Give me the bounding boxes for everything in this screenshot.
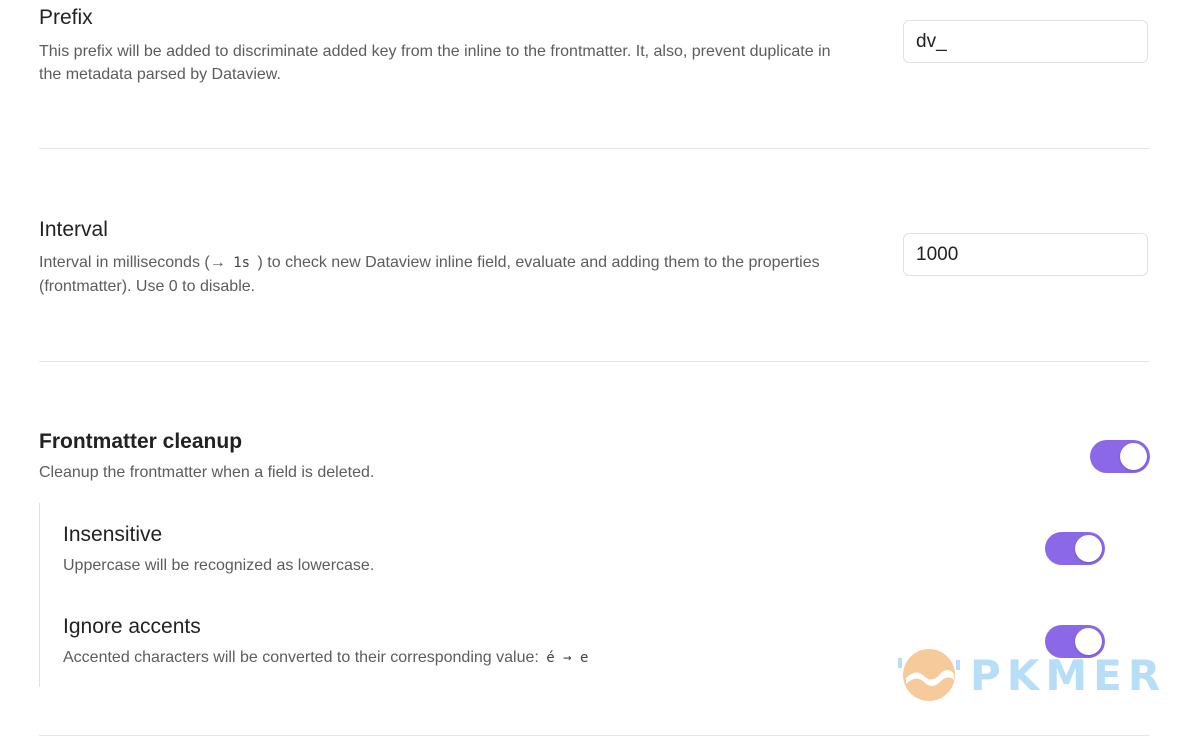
setting-frontmatter-cleanup: Frontmatter cleanup Cleanup the frontmat… xyxy=(39,429,1150,484)
frontmatter-cleanup-toggle[interactable] xyxy=(1090,440,1150,473)
setting-insensitive-name: Insensitive xyxy=(63,523,163,546)
prefix-input[interactable] xyxy=(903,20,1148,63)
setting-ignore-accents-description: Accented characters will be converted to… xyxy=(63,646,863,670)
divider xyxy=(39,735,1150,736)
nested-indent-bar xyxy=(39,503,40,687)
watermark-text: PKMER xyxy=(970,650,1167,700)
pkmer-watermark: PKMER xyxy=(898,644,1166,706)
insensitive-toggle[interactable] xyxy=(1045,532,1105,565)
setting-frontmatter-cleanup-name: Frontmatter cleanup xyxy=(39,430,243,453)
divider xyxy=(39,361,1150,362)
toggle-knob xyxy=(1120,443,1147,470)
setting-insensitive-description: Uppercase will be recognized as lowercas… xyxy=(63,557,375,574)
divider xyxy=(39,148,1150,149)
setting-frontmatter-cleanup-description: Cleanup the frontmatter when a field is … xyxy=(39,464,375,481)
ignore-accents-desc-text: Accented characters will be converted to… xyxy=(63,649,539,666)
settings-page: Prefix This prefix will be added to disc… xyxy=(0,0,1179,737)
ignore-accents-example-code: é → e xyxy=(546,650,589,666)
setting-prefix-description: This prefix will be added to discriminat… xyxy=(39,43,831,83)
setting-ignore-accents-name: Ignore accents xyxy=(63,615,201,638)
interval-input[interactable] xyxy=(903,233,1148,276)
interval-desc-before: Interval in milliseconds (→ xyxy=(39,254,226,271)
interval-desc-code: 1s xyxy=(233,255,251,271)
setting-interval-description: Interval in milliseconds (→ 1s ) to chec… xyxy=(39,251,839,298)
setting-insensitive: Insensitive Uppercase will be recognized… xyxy=(63,522,1150,577)
pkmer-logo-icon xyxy=(898,649,960,701)
toggle-knob xyxy=(1075,535,1102,562)
